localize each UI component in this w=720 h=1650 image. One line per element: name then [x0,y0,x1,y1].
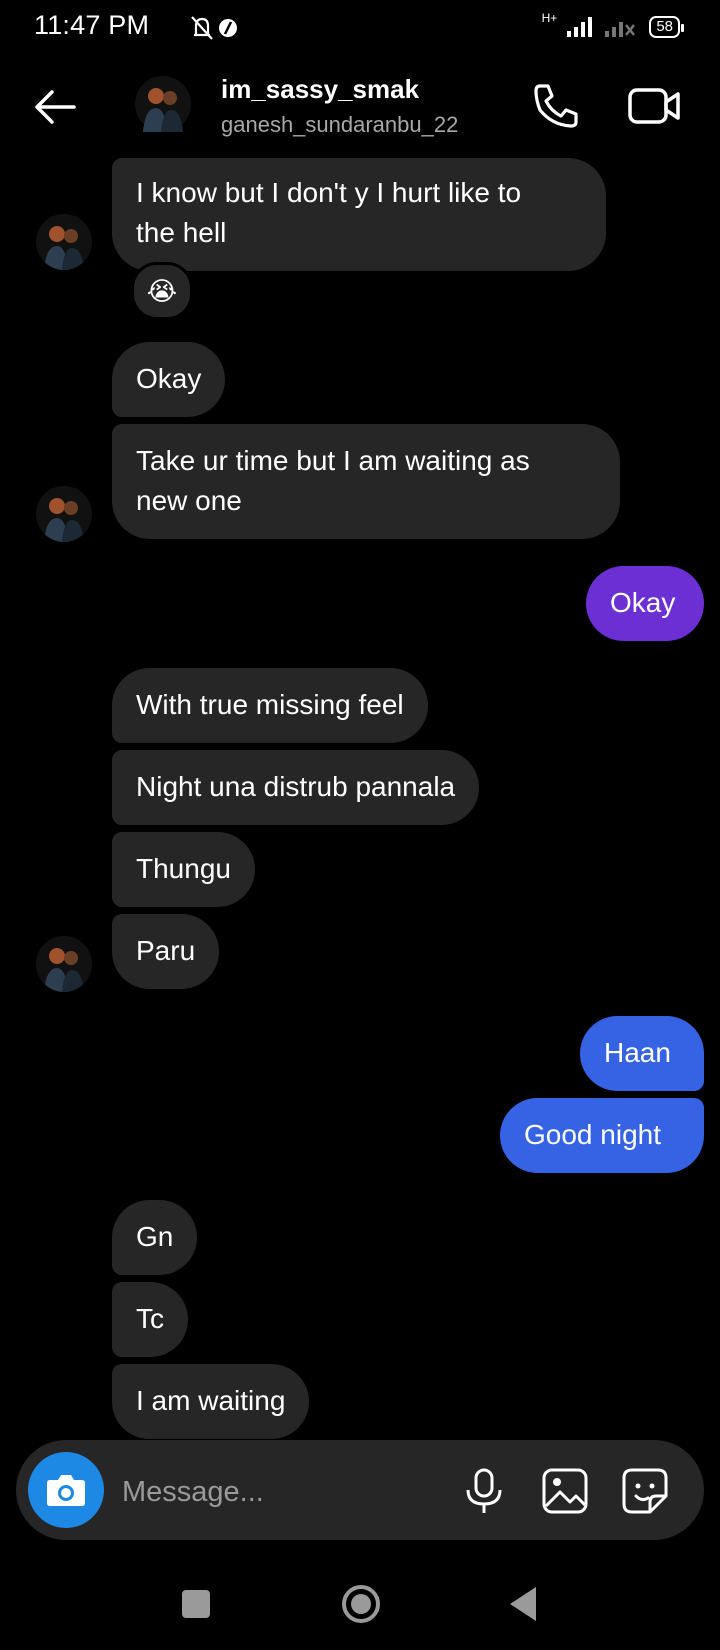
back-arrow-icon[interactable] [30,82,80,132]
status-time: 11:47 PM [34,10,150,40]
camera-icon [47,1475,85,1506]
message-received[interactable]: Take ur time but I am waiting as new one [112,424,620,539]
recent-apps-button[interactable] [182,1590,210,1618]
signal-icon [567,17,593,37]
home-button[interactable] [340,1583,382,1625]
message-received[interactable]: Gn [112,1200,198,1275]
video-call-icon[interactable] [626,80,682,132]
message-received[interactable]: I am waiting [112,1364,310,1439]
message-received[interactable]: With true missing feel [112,668,428,743]
sender-avatar[interactable] [36,214,92,270]
contact-username[interactable]: ganesh_sundaranbu_22 [221,112,458,138]
message-received[interactable]: Thungu [112,832,255,907]
battery-indicator: 58 [649,16,684,38]
sender-avatar[interactable] [36,936,92,992]
message-received[interactable]: Night una distrub pannala [112,750,480,825]
message-sent[interactable]: Good night [500,1098,704,1173]
sender-avatar[interactable] [36,486,92,542]
message-received[interactable]: I know but I don't y I hurt like to the … [112,158,606,271]
avatar-image [36,214,92,270]
message-received[interactable]: Okay [112,342,226,417]
system-back-button[interactable] [508,1585,540,1623]
avatar-image [36,486,92,542]
contact-name[interactable]: im_sassy_smak [221,74,419,105]
camera-button[interactable] [28,1452,104,1528]
avatar-image [36,936,92,992]
network-type: H+ [541,11,558,25]
status-indicators: H+ 58 [541,10,684,44]
message-received[interactable]: Paru [112,914,220,989]
sticker-icon[interactable] [620,1466,670,1516]
contact-avatar[interactable] [135,76,191,132]
phone-call-icon[interactable] [530,80,582,132]
message-received[interactable]: Tc [112,1282,188,1357]
gallery-icon[interactable] [540,1466,590,1516]
message-input[interactable] [120,1466,444,1518]
message-sent[interactable]: Okay [586,566,704,641]
signal-no-service-icon [605,22,636,37]
microphone-icon[interactable] [462,1466,506,1516]
reaction-crying-emoji[interactable]: 😭 [131,262,193,320]
notification-muted-icons [191,16,237,40]
message-sent[interactable]: Haan [580,1016,704,1091]
